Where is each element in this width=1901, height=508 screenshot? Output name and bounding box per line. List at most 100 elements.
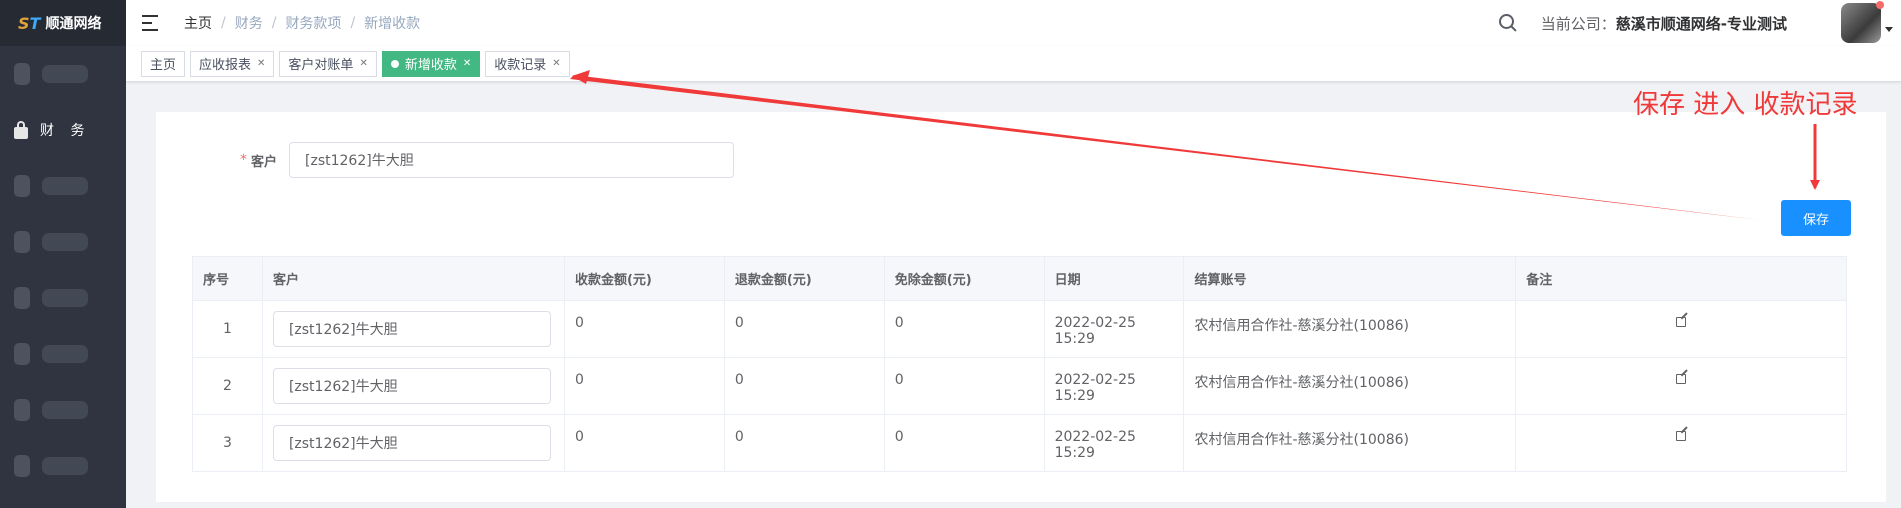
- app-logo[interactable]: ST 顺通网络: [0, 0, 126, 46]
- blurred-label: [42, 65, 88, 83]
- header-index: 序号: [192, 256, 263, 301]
- company-name: 慈溪市顺通网络-专业测试: [1615, 14, 1787, 33]
- menu-toggle-icon[interactable]: [142, 15, 162, 31]
- row-waived-amount[interactable]: 0: [883, 414, 1045, 472]
- sidebar-item-blurred-3[interactable]: [0, 214, 126, 270]
- row-waived-amount[interactable]: 0: [883, 357, 1045, 415]
- row-refund-amount[interactable]: 0: [723, 357, 885, 415]
- row-customer-cell: [zst1262]牛大胆: [261, 300, 565, 358]
- row-settlement-account[interactable]: 农村信用合作社-慈溪分社(10086): [1183, 300, 1517, 358]
- row-index: 1: [192, 300, 263, 358]
- tab-label: 客户对账单: [288, 58, 354, 73]
- header-received-amount: 收款金额(元): [563, 256, 725, 301]
- logo-text: 顺通网络: [45, 16, 102, 32]
- blurred-icon: [14, 343, 30, 365]
- row-settlement-account[interactable]: 农村信用合作社-慈溪分社(10086): [1183, 357, 1517, 415]
- close-icon[interactable]: ✕: [359, 58, 367, 69]
- breadcrumb-home[interactable]: 主页: [184, 13, 212, 33]
- row-customer-input[interactable]: [zst1262]牛大胆: [272, 368, 551, 404]
- row-index: 3: [192, 414, 263, 472]
- blurred-label: [42, 401, 88, 419]
- search-icon[interactable]: [1498, 14, 1517, 32]
- sidebar-item-blurred-6[interactable]: [0, 382, 126, 438]
- row-refund-amount[interactable]: 0: [723, 414, 885, 472]
- sidebar: ST 顺通网络 财 务: [0, 0, 126, 508]
- table-row: 1 [zst1262]牛大胆 0 0 0 2022-02-25 15:29 农村…: [192, 300, 1847, 358]
- tab-label: 收款记录: [494, 58, 547, 73]
- table-row: 2 [zst1262]牛大胆 0 0 0 2022-02-25 15:29 农村…: [192, 357, 1847, 415]
- chevron-down-icon[interactable]: [1885, 26, 1893, 32]
- tab-new-receipt[interactable]: 新增收款 ✕: [381, 50, 481, 77]
- edit-icon[interactable]: [1676, 431, 1687, 441]
- blurred-label: [42, 457, 88, 475]
- row-date[interactable]: 2022-02-25 15:29: [1043, 357, 1185, 415]
- row-index: 2: [192, 357, 263, 415]
- row-date[interactable]: 2022-02-25 15:29: [1043, 300, 1185, 358]
- save-button[interactable]: 保存: [1781, 200, 1851, 236]
- avatar[interactable]: [1841, 1, 1884, 43]
- sidebar-item-blurred-7[interactable]: [0, 438, 126, 494]
- sidebar-item-blurred-2[interactable]: [0, 158, 126, 214]
- row-received-amount[interactable]: 0: [563, 357, 725, 415]
- customer-form-row: * 客户 [zst1262]牛大胆: [240, 142, 735, 178]
- breadcrumb-separator: /: [271, 15, 277, 31]
- lock-icon: [14, 120, 28, 139]
- row-note-cell[interactable]: [1515, 357, 1847, 415]
- row-customer-cell: [zst1262]牛大胆: [261, 357, 565, 415]
- blurred-label: [42, 345, 88, 363]
- blurred-label: [42, 233, 88, 251]
- customer-label: 客户: [251, 154, 278, 170]
- sidebar-item-blurred-5[interactable]: [0, 326, 126, 382]
- table-header-row: 序号 客户 收款金额(元) 退款金额(元) 免除金额(元) 日期 结算账号 备注: [192, 256, 1847, 301]
- row-date[interactable]: 2022-02-25 15:29: [1043, 414, 1185, 472]
- active-dot-icon: [390, 59, 399, 68]
- row-received-amount[interactable]: 0: [563, 414, 725, 472]
- header-right: 当前公司： 慈溪市顺通网络-专业测试: [1498, 1, 1901, 43]
- header-refund-amount: 退款金额(元): [723, 256, 885, 301]
- close-icon[interactable]: ✕: [552, 58, 560, 69]
- row-customer-input[interactable]: [zst1262]牛大胆: [272, 425, 551, 461]
- row-customer-input[interactable]: [zst1262]牛大胆: [272, 311, 551, 347]
- row-customer-cell: [zst1262]牛大胆: [261, 414, 565, 472]
- breadcrumb-finance-items: 财务款项: [285, 16, 342, 32]
- sidebar-item-blurred-4[interactable]: [0, 270, 126, 326]
- close-icon[interactable]: ✕: [257, 58, 265, 69]
- close-icon[interactable]: ✕: [463, 58, 471, 69]
- main-card: * 客户 [zst1262]牛大胆 保存 序号 客户 收款金额(元) 退款金额(…: [156, 112, 1886, 502]
- breadcrumb-finance: 财务: [234, 16, 263, 32]
- blurred-icon: [14, 63, 30, 85]
- required-mark: *: [240, 152, 247, 168]
- tab-receipt-records[interactable]: 收款记录 ✕: [485, 50, 570, 77]
- logo-icon: ST: [18, 13, 41, 33]
- tags-view: 主页 应收报表 ✕ 客户对账单 ✕ 新增收款 ✕ 收款记录 ✕: [126, 46, 1901, 82]
- tab-home[interactable]: 主页: [141, 50, 186, 77]
- row-waived-amount[interactable]: 0: [883, 300, 1045, 358]
- notification-dot: [1876, 1, 1884, 9]
- header-waived-amount: 免除金额(元): [883, 256, 1045, 301]
- top-header: 主页 / 财务 / 财务款项 / 新增收款 当前公司： 慈溪市顺通网络-专业测试: [126, 0, 1901, 46]
- tab-receivable-report[interactable]: 应收报表 ✕: [190, 50, 275, 77]
- receipt-table: 序号 客户 收款金额(元) 退款金额(元) 免除金额(元) 日期 结算账号 备注…: [192, 256, 1847, 472]
- row-settlement-account[interactable]: 农村信用合作社-慈溪分社(10086): [1183, 414, 1517, 472]
- tab-label: 应收报表: [199, 58, 252, 73]
- table-row: 3 [zst1262]牛大胆 0 0 0 2022-02-25 15:29 农村…: [192, 414, 1847, 472]
- row-received-amount[interactable]: 0: [563, 300, 725, 358]
- sidebar-item-blurred-1[interactable]: [0, 46, 126, 102]
- blurred-label: [42, 289, 88, 307]
- breadcrumb: 主页 / 财务 / 财务款项 / 新增收款: [184, 13, 420, 33]
- edit-icon[interactable]: [1676, 317, 1687, 327]
- tab-customer-statement[interactable]: 客户对账单 ✕: [279, 50, 377, 77]
- edit-icon[interactable]: [1676, 374, 1687, 384]
- customer-input[interactable]: [zst1262]牛大胆: [289, 142, 735, 178]
- breadcrumb-separator: /: [221, 15, 226, 31]
- sidebar-item-label: 财 务: [40, 123, 91, 139]
- row-note-cell[interactable]: [1515, 414, 1847, 472]
- blurred-icon: [14, 287, 30, 309]
- header-customer: 客户: [261, 256, 565, 301]
- blurred-icon: [14, 231, 30, 253]
- sidebar-item-finance[interactable]: 财 务: [0, 102, 126, 158]
- header-note: 备注: [1515, 256, 1847, 301]
- row-note-cell[interactable]: [1515, 300, 1847, 358]
- row-refund-amount[interactable]: 0: [723, 300, 885, 358]
- blurred-label: [42, 177, 88, 195]
